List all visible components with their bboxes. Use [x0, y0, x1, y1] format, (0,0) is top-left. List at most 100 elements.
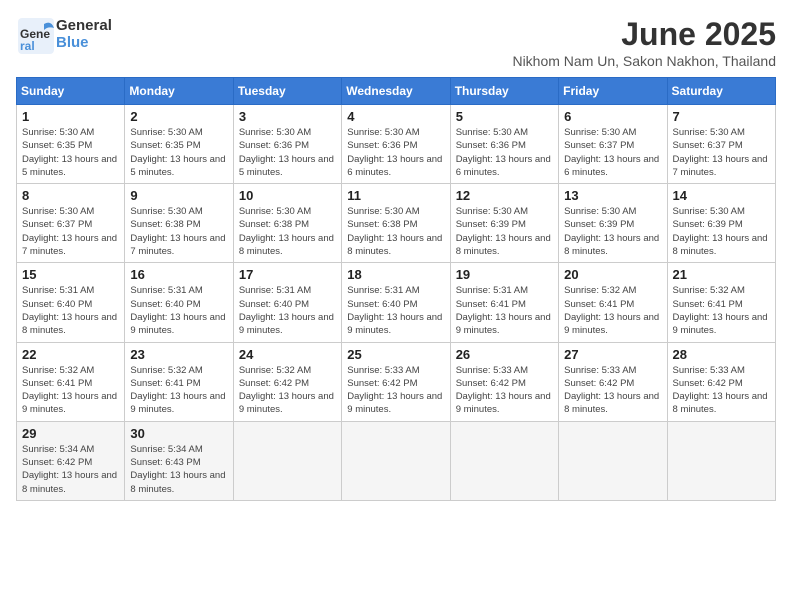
- day-number: 10: [239, 188, 336, 203]
- sunrise-label: Sunrise: 5:30 AM: [22, 127, 94, 138]
- table-row: 17 Sunrise: 5:31 AM Sunset: 6:40 PM Dayl…: [233, 263, 341, 342]
- header-monday: Monday: [125, 78, 233, 105]
- daylight-label: Daylight: 13 hours and 6 minutes.: [347, 154, 442, 178]
- sunrise-label: Sunrise: 5:30 AM: [239, 127, 311, 138]
- day-number: 30: [130, 426, 227, 441]
- table-row: 1 Sunrise: 5:30 AM Sunset: 6:35 PM Dayli…: [17, 105, 125, 184]
- sunset-label: Sunset: 6:41 PM: [564, 299, 634, 310]
- daylight-label: Daylight: 13 hours and 6 minutes.: [456, 154, 551, 178]
- table-row: 19 Sunrise: 5:31 AM Sunset: 6:41 PM Dayl…: [450, 263, 558, 342]
- sunrise-label: Sunrise: 5:34 AM: [22, 444, 94, 455]
- table-row: 24 Sunrise: 5:32 AM Sunset: 6:42 PM Dayl…: [233, 342, 341, 421]
- header-saturday: Saturday: [667, 78, 775, 105]
- day-number: 13: [564, 188, 661, 203]
- day-info: Sunrise: 5:31 AM Sunset: 6:40 PM Dayligh…: [130, 284, 227, 337]
- table-row: 14 Sunrise: 5:30 AM Sunset: 6:39 PM Dayl…: [667, 184, 775, 263]
- table-row: 15 Sunrise: 5:31 AM Sunset: 6:40 PM Dayl…: [17, 263, 125, 342]
- day-number: 25: [347, 347, 444, 362]
- table-row: 18 Sunrise: 5:31 AM Sunset: 6:40 PM Dayl…: [342, 263, 450, 342]
- sunset-label: Sunset: 6:42 PM: [564, 378, 634, 389]
- header-thursday: Thursday: [450, 78, 558, 105]
- daylight-label: Daylight: 13 hours and 6 minutes.: [564, 154, 659, 178]
- sunset-label: Sunset: 6:43 PM: [130, 457, 200, 468]
- day-info: Sunrise: 5:30 AM Sunset: 6:37 PM Dayligh…: [22, 205, 119, 258]
- day-number: 5: [456, 109, 553, 124]
- day-info: Sunrise: 5:30 AM Sunset: 6:36 PM Dayligh…: [456, 126, 553, 179]
- day-number: 19: [456, 267, 553, 282]
- daylight-label: Daylight: 13 hours and 8 minutes.: [239, 233, 334, 257]
- day-number: 1: [22, 109, 119, 124]
- day-info: Sunrise: 5:31 AM Sunset: 6:40 PM Dayligh…: [239, 284, 336, 337]
- daylight-label: Daylight: 13 hours and 8 minutes.: [22, 470, 117, 494]
- sunset-label: Sunset: 6:42 PM: [673, 378, 743, 389]
- day-info: Sunrise: 5:30 AM Sunset: 6:35 PM Dayligh…: [130, 126, 227, 179]
- day-number: 15: [22, 267, 119, 282]
- day-info: Sunrise: 5:30 AM Sunset: 6:38 PM Dayligh…: [130, 205, 227, 258]
- day-number: 18: [347, 267, 444, 282]
- sunrise-label: Sunrise: 5:30 AM: [673, 127, 745, 138]
- table-row: 16 Sunrise: 5:31 AM Sunset: 6:40 PM Dayl…: [125, 263, 233, 342]
- table-row: 29 Sunrise: 5:34 AM Sunset: 6:42 PM Dayl…: [17, 421, 125, 500]
- sunset-label: Sunset: 6:40 PM: [22, 299, 92, 310]
- logo-general: General: [56, 17, 112, 34]
- daylight-label: Daylight: 13 hours and 9 minutes.: [456, 391, 551, 415]
- table-row: 7 Sunrise: 5:30 AM Sunset: 6:37 PM Dayli…: [667, 105, 775, 184]
- table-row: 30 Sunrise: 5:34 AM Sunset: 6:43 PM Dayl…: [125, 421, 233, 500]
- day-info: Sunrise: 5:32 AM Sunset: 6:41 PM Dayligh…: [673, 284, 770, 337]
- day-number: 12: [456, 188, 553, 203]
- sunrise-label: Sunrise: 5:30 AM: [456, 206, 528, 217]
- table-row: [233, 421, 341, 500]
- sunset-label: Sunset: 6:40 PM: [347, 299, 417, 310]
- header-tuesday: Tuesday: [233, 78, 341, 105]
- sunset-label: Sunset: 6:40 PM: [130, 299, 200, 310]
- day-info: Sunrise: 5:33 AM Sunset: 6:42 PM Dayligh…: [456, 364, 553, 417]
- day-number: 3: [239, 109, 336, 124]
- logo: Gene ral General Blue: [16, 16, 112, 52]
- sunrise-label: Sunrise: 5:33 AM: [456, 365, 528, 376]
- table-row: [559, 421, 667, 500]
- table-row: 27 Sunrise: 5:33 AM Sunset: 6:42 PM Dayl…: [559, 342, 667, 421]
- day-number: 24: [239, 347, 336, 362]
- day-number: 14: [673, 188, 770, 203]
- table-row: 21 Sunrise: 5:32 AM Sunset: 6:41 PM Dayl…: [667, 263, 775, 342]
- day-number: 16: [130, 267, 227, 282]
- day-number: 20: [564, 267, 661, 282]
- sunrise-label: Sunrise: 5:30 AM: [239, 206, 311, 217]
- sunrise-label: Sunrise: 5:30 AM: [22, 206, 94, 217]
- day-number: 4: [347, 109, 444, 124]
- table-row: 5 Sunrise: 5:30 AM Sunset: 6:36 PM Dayli…: [450, 105, 558, 184]
- daylight-label: Daylight: 13 hours and 7 minutes.: [130, 233, 225, 257]
- day-info: Sunrise: 5:30 AM Sunset: 6:37 PM Dayligh…: [564, 126, 661, 179]
- day-info: Sunrise: 5:33 AM Sunset: 6:42 PM Dayligh…: [347, 364, 444, 417]
- svg-text:ral: ral: [20, 39, 35, 53]
- sunrise-label: Sunrise: 5:31 AM: [347, 285, 419, 296]
- sunrise-label: Sunrise: 5:34 AM: [130, 444, 202, 455]
- daylight-label: Daylight: 13 hours and 9 minutes.: [130, 391, 225, 415]
- logo-blue: Blue: [56, 34, 112, 51]
- daylight-label: Daylight: 13 hours and 8 minutes.: [456, 233, 551, 257]
- sunset-label: Sunset: 6:41 PM: [673, 299, 743, 310]
- table-row: 20 Sunrise: 5:32 AM Sunset: 6:41 PM Dayl…: [559, 263, 667, 342]
- day-number: 11: [347, 188, 444, 203]
- day-number: 26: [456, 347, 553, 362]
- day-info: Sunrise: 5:34 AM Sunset: 6:42 PM Dayligh…: [22, 443, 119, 496]
- sunset-label: Sunset: 6:37 PM: [22, 219, 92, 230]
- sunset-label: Sunset: 6:41 PM: [130, 378, 200, 389]
- daylight-label: Daylight: 13 hours and 9 minutes.: [456, 312, 551, 336]
- sunrise-label: Sunrise: 5:30 AM: [673, 206, 745, 217]
- day-info: Sunrise: 5:30 AM Sunset: 6:37 PM Dayligh…: [673, 126, 770, 179]
- daylight-label: Daylight: 13 hours and 5 minutes.: [130, 154, 225, 178]
- day-info: Sunrise: 5:34 AM Sunset: 6:43 PM Dayligh…: [130, 443, 227, 496]
- table-row: 6 Sunrise: 5:30 AM Sunset: 6:37 PM Dayli…: [559, 105, 667, 184]
- day-info: Sunrise: 5:31 AM Sunset: 6:40 PM Dayligh…: [22, 284, 119, 337]
- location-subtitle: Nikhom Nam Un, Sakon Nakhon, Thailand: [512, 53, 776, 69]
- daylight-label: Daylight: 13 hours and 8 minutes.: [130, 470, 225, 494]
- daylight-label: Daylight: 13 hours and 9 minutes.: [564, 312, 659, 336]
- day-info: Sunrise: 5:30 AM Sunset: 6:36 PM Dayligh…: [239, 126, 336, 179]
- table-row: 8 Sunrise: 5:30 AM Sunset: 6:37 PM Dayli…: [17, 184, 125, 263]
- sunset-label: Sunset: 6:41 PM: [456, 299, 526, 310]
- calendar-header: Sunday Monday Tuesday Wednesday Thursday…: [17, 78, 776, 105]
- day-info: Sunrise: 5:30 AM Sunset: 6:39 PM Dayligh…: [564, 205, 661, 258]
- sunset-label: Sunset: 6:37 PM: [564, 140, 634, 151]
- day-info: Sunrise: 5:32 AM Sunset: 6:41 PM Dayligh…: [22, 364, 119, 417]
